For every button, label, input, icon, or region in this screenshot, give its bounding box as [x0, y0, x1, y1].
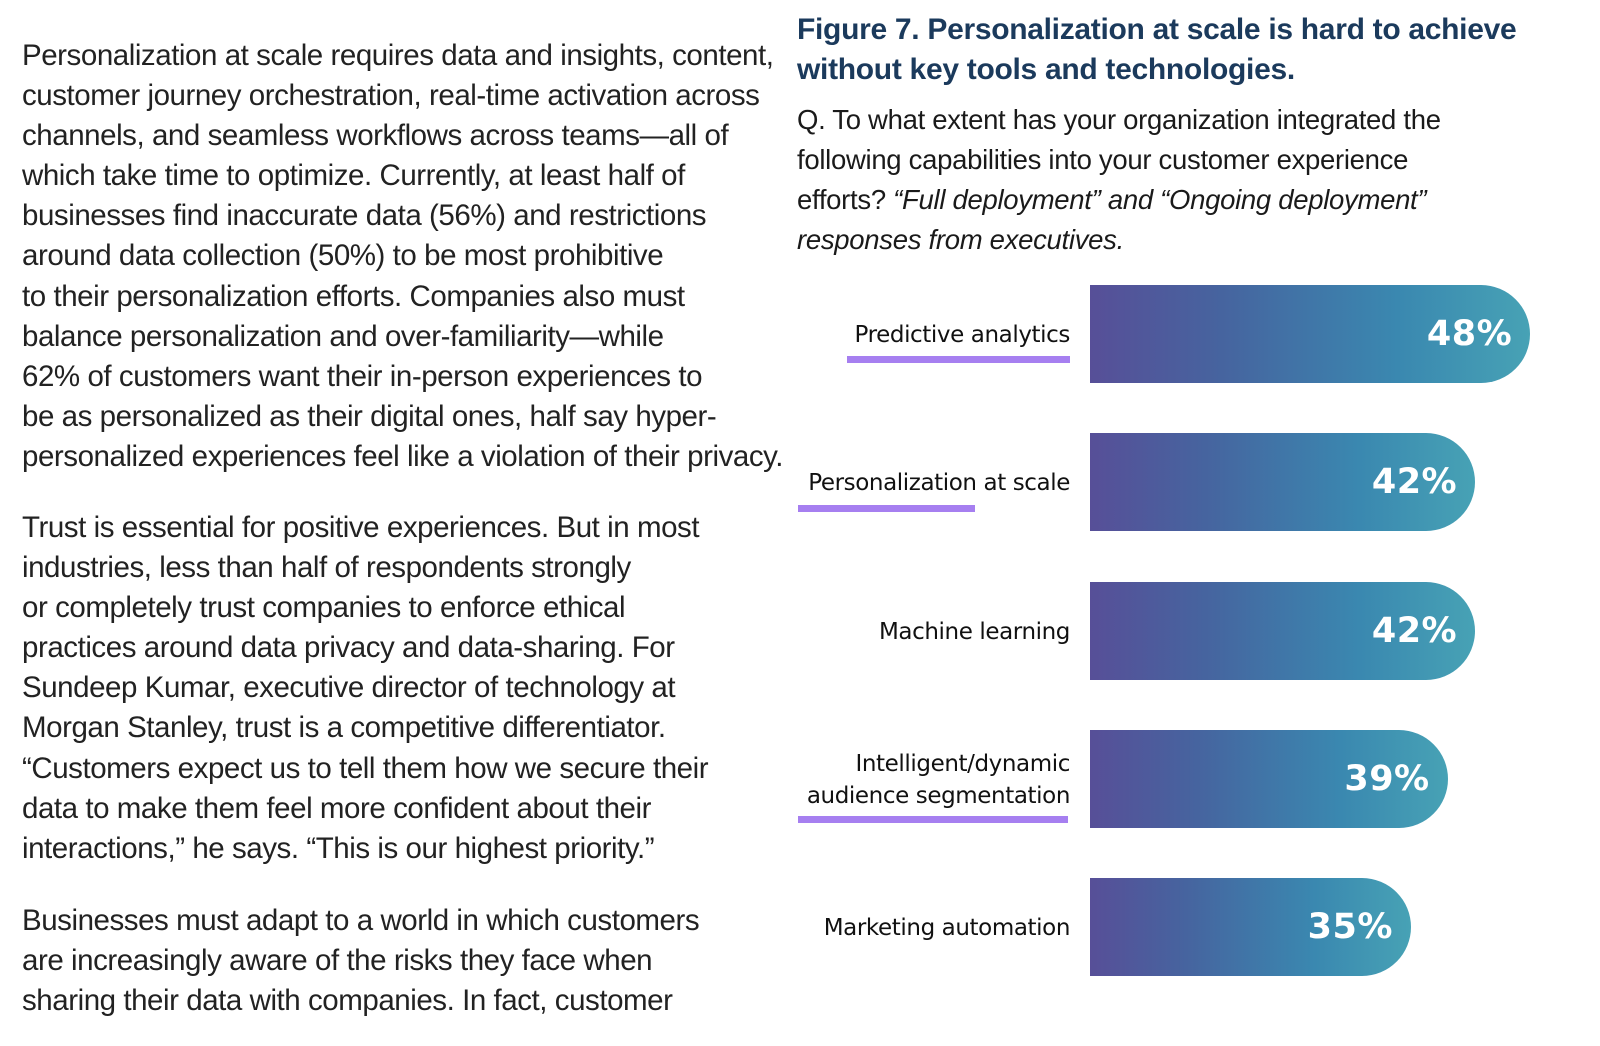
- bar: 48%: [1090, 285, 1531, 383]
- bar-row: Intelligent/dynamic audience segmentation…: [790, 730, 1590, 830]
- bar: 42%: [1090, 433, 1476, 531]
- bar-row: Predictive analytics 48%: [790, 285, 1590, 385]
- bar-row: Machine learning 42%: [790, 582, 1590, 682]
- bar-category-label: Personalization at scale: [808, 433, 1070, 533]
- bar-row: Marketing automation 35%: [790, 878, 1590, 978]
- bar-category-label-line: Marketing automation: [823, 915, 1071, 941]
- bar-category-label: Predictive analytics: [855, 285, 1071, 385]
- bar-value-label: 42%: [1371, 462, 1458, 502]
- label-highlight-underline: [798, 505, 975, 512]
- bar-category-label-line: audience segmentation: [806, 783, 1071, 809]
- bar-category-label-line: Intelligent/dynamic: [855, 751, 1070, 777]
- bar-category-label: Marketing automation: [823, 878, 1071, 978]
- bar-category-label: Machine learning: [879, 582, 1070, 682]
- bar-row: Personalization at scale 42%: [790, 433, 1590, 533]
- bar-category-label-line: Machine learning: [878, 619, 1070, 645]
- label-highlight-underline: [798, 816, 1068, 823]
- bar-value-label: 48%: [1426, 314, 1513, 354]
- label-highlight-underline: [847, 356, 1070, 363]
- bar-value-label: 39%: [1344, 759, 1430, 799]
- bar-category-label-line: Predictive analytics: [854, 322, 1071, 348]
- bar-value-label: 42%: [1371, 611, 1458, 651]
- bar: 35%: [1090, 878, 1411, 976]
- bar-value-label: 35%: [1307, 907, 1393, 947]
- bar-category-label-line: Personalization at scale: [808, 470, 1070, 496]
- bar-category-label: Intelligent/dynamic audience segmentation: [806, 730, 1071, 830]
- bar-chart: Predictive analytics 48% Personalization a…: [0, 0, 1600, 1046]
- bar: 39%: [1090, 730, 1448, 828]
- bar: 42%: [1090, 582, 1476, 680]
